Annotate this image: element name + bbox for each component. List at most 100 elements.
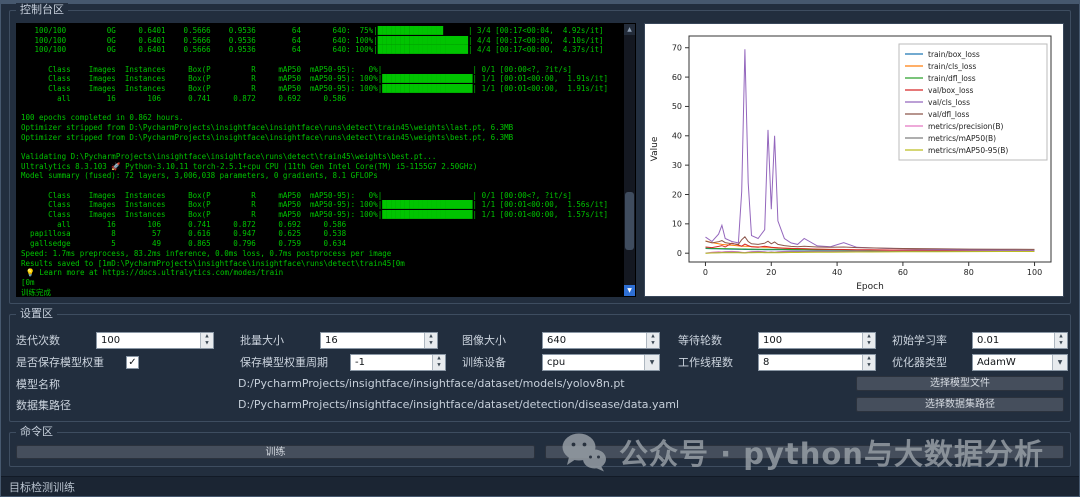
dropdown-arrow-icon[interactable]: ▼ <box>644 354 659 370</box>
patience-spinner[interactable]: ▲ ▼ <box>862 332 875 348</box>
batch-size-spinbox[interactable]: 16 ▲ ▼ <box>320 331 438 349</box>
learning-rate-value: 0.01 <box>977 334 1000 346</box>
learning-rate-spinner[interactable]: ▲ ▼ <box>1054 332 1067 348</box>
console-line: 100/100 0G 0.6401 0.5666 0.9536 64 640: … <box>21 45 604 55</box>
model-name-label: 模型名称 <box>16 377 60 391</box>
dataset-path-label: 数据集路径 <box>16 398 71 412</box>
svg-text:60: 60 <box>898 268 908 277</box>
console-line: Validating D:\PycharmProjects\insightfac… <box>21 151 437 161</box>
iterations-spinbox[interactable]: 100 ▲ ▼ <box>96 331 214 349</box>
svg-text:50: 50 <box>672 102 682 111</box>
console-line: Optimizer stripped from D:\PycharmProjec… <box>21 122 514 132</box>
optimizer-select[interactable]: AdamW ▼ <box>972 353 1068 371</box>
patience-label: 等待轮数 <box>678 334 722 347</box>
batch-size-spinner[interactable]: ▲ ▼ <box>424 332 437 348</box>
settings-section-title: 设置区 <box>16 307 57 321</box>
spin-up-icon[interactable]: ▲ <box>433 355 445 363</box>
field-learning-rate: 初始学习率 0.01 ▲ ▼ <box>892 331 1068 349</box>
scroll-up-icon[interactable]: ▲ <box>624 24 635 35</box>
svg-text:metrics/mAP50(B): metrics/mAP50(B) <box>928 134 996 143</box>
spin-down-icon[interactable]: ▼ <box>425 340 437 348</box>
spin-down-icon[interactable]: ▼ <box>863 362 875 370</box>
device-value: cpu <box>547 356 566 368</box>
dropdown-arrow-icon[interactable]: ▼ <box>1052 354 1067 370</box>
spin-down-icon[interactable]: ▼ <box>863 340 875 348</box>
device-label: 训练设备 <box>462 356 506 369</box>
svg-text:val/box_loss: val/box_loss <box>928 86 974 95</box>
console-line: Class Images Instances Box(P R mAP50 mAP… <box>21 84 608 94</box>
console-line: Class Images Instances Box(P R mAP50 mAP… <box>21 210 608 220</box>
svg-text:60: 60 <box>672 73 682 82</box>
learning-rate-spinbox[interactable]: 0.01 ▲ ▼ <box>972 331 1068 349</box>
spin-down-icon[interactable]: ▼ <box>1055 340 1067 348</box>
spin-up-icon[interactable]: ▲ <box>863 333 875 341</box>
console-line: Results saved to [1mD:\PycharmProjects\i… <box>21 258 405 268</box>
image-size-spinbox[interactable]: 640 ▲ ▼ <box>542 331 660 349</box>
status-text: 目标检测训练 <box>9 480 75 494</box>
field-iterations: 迭代次数 100 ▲ ▼ <box>16 331 240 349</box>
command-section-title: 命令区 <box>16 425 57 439</box>
save-period-spinbox[interactable]: -1 ▲ ▼ <box>350 353 446 371</box>
svg-text:20: 20 <box>766 268 776 277</box>
svg-text:train/cls_loss: train/cls_loss <box>928 62 976 71</box>
check-icon: ✓ <box>128 356 137 368</box>
select-dataset-button[interactable]: 选择数据集路径 <box>856 397 1064 412</box>
iterations-spinner[interactable]: ▲ ▼ <box>200 332 213 348</box>
select-model-button[interactable]: 选择模型文件 <box>856 376 1064 391</box>
console-line: Speed: 1.7ms preprocess, 83.2ms inferenc… <box>21 248 392 258</box>
field-batch-size: 批量大小 16 ▲ ▼ <box>240 331 462 349</box>
console-output[interactable]: 100/100 0G 0.6401 0.5666 0.9536 64 640: … <box>16 23 636 297</box>
command-section: 命令区 训练 <box>9 425 1071 467</box>
status-bar: 目标检测训练 <box>1 476 1079 496</box>
spin-up-icon[interactable]: ▲ <box>425 333 437 341</box>
spin-up-icon[interactable]: ▲ <box>863 355 875 363</box>
optimizer-value: AdamW <box>977 356 1016 368</box>
metrics-chart-svg: 0 10 20 30 40 50 60 70 0 20 40 60 80 100 Epoch Value tra… <box>645 24 1063 296</box>
secondary-command-button[interactable] <box>545 445 1064 459</box>
spin-up-icon[interactable]: ▲ <box>1055 333 1067 341</box>
model-path-row: 模型名称 D:/PycharmProjects/insightface/insi… <box>16 373 1064 394</box>
save-period-value: -1 <box>355 356 365 368</box>
iterations-value: 100 <box>101 334 121 346</box>
workers-spinner[interactable]: ▲ ▼ <box>862 354 875 370</box>
scroll-down-icon[interactable]: ▼ <box>624 285 635 296</box>
device-select[interactable]: cpu ▼ <box>542 353 660 371</box>
spin-down-icon[interactable]: ▼ <box>647 340 659 348</box>
console-line: Class Images Instances Box(P R mAP50 mAP… <box>21 190 572 200</box>
save-weights-checkbox[interactable]: ✓ <box>126 355 139 369</box>
spin-down-icon[interactable]: ▼ <box>201 340 213 348</box>
patience-spinbox[interactable]: 100 ▲ ▼ <box>758 331 876 349</box>
svg-text:30: 30 <box>672 161 682 170</box>
image-size-spinner[interactable]: ▲ ▼ <box>646 332 659 348</box>
console-line: 💡 Learn more at https://docs.ultralytics… <box>21 268 284 278</box>
learning-rate-label: 初始学习率 <box>892 334 947 347</box>
svg-text:40: 40 <box>672 132 682 141</box>
patience-value: 100 <box>763 334 783 346</box>
console-line: Class Images Instances Box(P R mAP50 mAP… <box>21 200 608 210</box>
console-line: Model summary (fused): 72 layers, 3,006,… <box>21 171 378 181</box>
window-top-edge <box>1 1 1079 4</box>
metrics-chart-panel: 0 10 20 30 40 50 60 70 0 20 40 60 80 100 Epoch Value tra… <box>644 23 1064 297</box>
field-image-size: 图像大小 640 ▲ ▼ <box>462 331 678 349</box>
console-line: all 16 106 0.741 0.872 0.692 0.586 <box>21 93 347 103</box>
spin-down-icon[interactable]: ▼ <box>433 362 445 370</box>
workers-value: 8 <box>763 356 770 368</box>
console-scrollbar[interactable]: ▲ ▼ <box>624 24 635 296</box>
settings-row-1: 迭代次数 100 ▲ ▼ 批量大小 16 ▲ ▼ 图像大小 640 ▲ ▼ 等待… <box>16 329 1068 351</box>
batch-size-value: 16 <box>325 334 338 346</box>
workers-spinbox[interactable]: 8 ▲ ▼ <box>758 353 876 371</box>
train-button[interactable]: 训练 <box>16 445 535 459</box>
svg-text:metrics/mAP50-95(B): metrics/mAP50-95(B) <box>928 146 1008 155</box>
spin-up-icon[interactable]: ▲ <box>647 333 659 341</box>
dataset-path-text: D:/PycharmProjects/insightface/insightfa… <box>238 398 680 411</box>
scrollbar-thumb[interactable] <box>625 192 634 250</box>
console-line: Class Images Instances Box(P R mAP50 mAP… <box>21 64 572 74</box>
spin-up-icon[interactable]: ▲ <box>201 333 213 341</box>
svg-text:40: 40 <box>832 268 842 277</box>
console-line: Ultralytics 8.3.103 🚀 Python-3.10.11 tor… <box>21 161 478 171</box>
svg-text:100: 100 <box>1027 268 1042 277</box>
save-period-spinner[interactable]: ▲ ▼ <box>432 354 445 370</box>
console-line: papillosa 8 57 0.616 0.947 0.625 0.538 <box>21 229 347 239</box>
